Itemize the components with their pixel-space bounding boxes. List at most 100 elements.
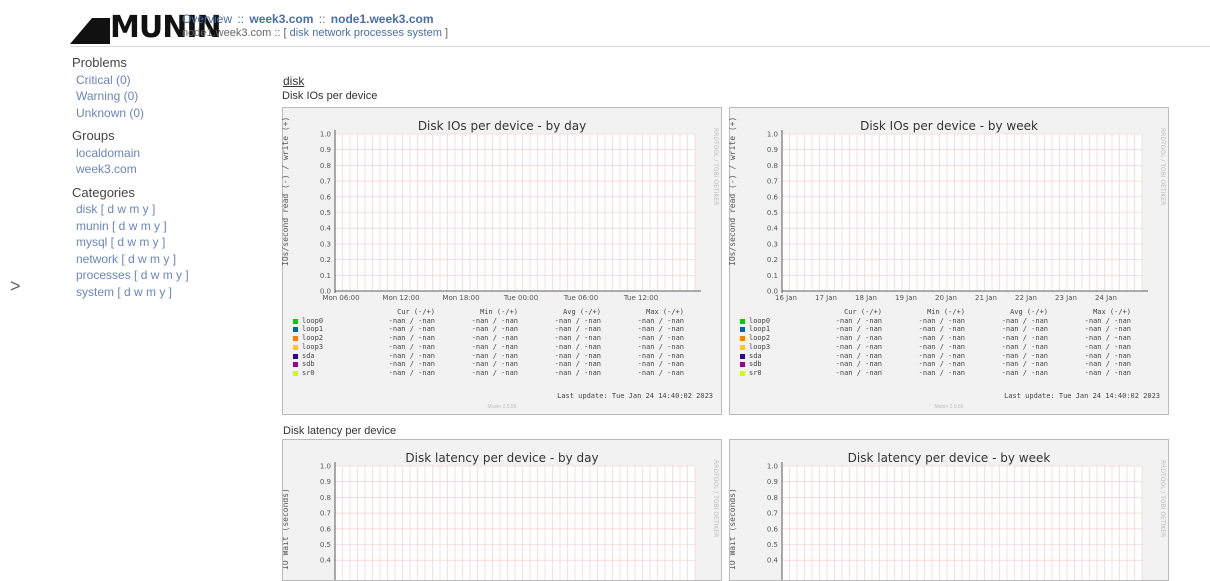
legend-row: sdb -nan / -nan -nan / -nan -nan / -nan -nan…	[293, 360, 713, 369]
graph-heading-ios: Disk IOs per device	[282, 90, 378, 102]
legend-value: -nan / -nan	[1084, 342, 1131, 351]
breadcrumb-domain-label: week3.com	[249, 12, 314, 26]
sidebar-item-network[interactable]: network [ d w m y ]	[72, 251, 252, 268]
legend-swatch	[293, 370, 298, 376]
sidebar-item-warning[interactable]: Warning (0)	[72, 88, 252, 105]
legend-value: -nan / -nan	[1001, 360, 1048, 369]
legend-value: -nan / -nan	[918, 334, 965, 343]
y-tick-label: 0.8	[767, 494, 778, 502]
expand-sidebar-icon[interactable]: >	[10, 276, 21, 297]
x-tick-label: 21 Jan	[975, 294, 997, 302]
legend-swatch	[293, 336, 298, 342]
legend-value: -nan / -nan	[835, 368, 882, 377]
breadcrumb-separator: ::	[318, 12, 326, 26]
last-update: Last update: Tue Jan 24 14:40:02 2023	[1004, 392, 1160, 400]
legend-value: -nan / -nan	[471, 325, 518, 334]
legend-value: -nan / -nan	[1001, 325, 1048, 334]
problems-section: Problems Critical (0) Warning (0) Unknow…	[72, 55, 252, 121]
sidebar-item-disk[interactable]: disk [ d w m y ]	[72, 201, 252, 218]
legend-spacer	[749, 308, 799, 317]
munin-version: Munin 2.0.56	[934, 404, 964, 410]
y-tick-label: 0.7	[767, 178, 778, 186]
legend-column-header: Min (-/+)	[927, 308, 965, 316]
legend-value: -nan / -nan	[918, 368, 965, 377]
y-tick-label: 0.5	[767, 209, 778, 217]
y-tick-label: 0.7	[320, 178, 331, 186]
legend-value: -nan / -nan	[554, 368, 601, 377]
legend-swatch	[740, 353, 745, 359]
legend-value: -nan / -nan	[471, 368, 518, 377]
legend-row: loop3 -nan / -nan -nan / -nan -nan / -nan -n…	[293, 343, 713, 352]
sidebar-item-mysql[interactable]: mysql [ d w m y ]	[72, 234, 252, 251]
legend-column-header: Cur (-/+)	[397, 308, 435, 316]
legend-series-name: loop3	[302, 342, 324, 351]
legend-value: -nan / -nan	[1001, 316, 1048, 325]
legend-value: -nan / -nan	[388, 342, 435, 351]
subnav-link-system[interactable]: system	[407, 27, 442, 39]
x-tick-label: 17 Jan	[815, 294, 837, 302]
subnav-link-processes[interactable]: processes	[354, 27, 404, 39]
breadcrumb-domain[interactable]: week3.com	[249, 12, 313, 26]
sidebar-item-week3[interactable]: week3.com	[72, 161, 252, 178]
breadcrumb: Overview :: week3.com :: node1.week3.com	[182, 12, 434, 26]
legend-swatch	[740, 370, 745, 376]
legend-series-name: loop2	[302, 334, 324, 343]
x-tick-label: 19 Jan	[895, 294, 917, 302]
legend-value: -nan / -nan	[554, 360, 601, 369]
legend-row: loop0 -nan / -nan -nan / -nan -nan / -nan -n…	[740, 317, 1160, 326]
sidebar-item-critical[interactable]: Critical (0)	[72, 72, 252, 89]
rrdtool-credit: RRDTOOL / TOBI OETIKER	[1159, 128, 1166, 206]
sidebar-item-processes[interactable]: processes [ d w m y ]	[72, 267, 252, 284]
sidebar-item-localdomain[interactable]: localdomain	[72, 145, 252, 162]
legend-value: -nan / -nan	[637, 368, 684, 377]
y-tick-label: 0.8	[767, 162, 778, 170]
y-tick-label: 0.8	[320, 494, 331, 502]
y-tick-label: 0.6	[767, 193, 779, 201]
legend-value: -nan / -nan	[471, 342, 518, 351]
legend-row: sda -nan / -nan -nan / -nan -nan / -nan -nan…	[293, 352, 713, 361]
legend-value: -nan / -nan	[835, 342, 882, 351]
subnav-link-disk[interactable]: disk	[290, 27, 310, 39]
legend-value: -nan / -nan	[637, 351, 684, 360]
legend-swatch	[293, 327, 298, 333]
breadcrumb-overview[interactable]: Overview	[182, 12, 232, 26]
legend-value: -nan / -nan	[1084, 368, 1131, 377]
rrdtool-credit: RRDTOOL / TOBI OETIKER	[1159, 460, 1166, 538]
x-tick-label: Tue 00:00	[503, 294, 538, 302]
graph-title: Disk latency per device - by day	[405, 451, 599, 465]
graph-ios-week[interactable]: 1.0 0.9 0.8 0.7 0.6 0.5 0.4 0.3 0.2 0.1 0.0 16 Jan 1…	[728, 107, 1169, 415]
legend-value: -nan / -nan	[835, 334, 882, 343]
legend-series-name: loop3	[749, 342, 771, 351]
subnav-suffix: ]	[444, 27, 449, 39]
header: MUNIN Overview :: week3.com :: node1.wee…	[70, 10, 1210, 47]
legend-header: Cur (-/+) Min (-/+) Avg (-/+) Max (-/+)	[740, 308, 1160, 317]
legend-spacer	[302, 308, 352, 317]
sidebar-item-unknown[interactable]: Unknown (0)	[72, 105, 252, 122]
legend-column-header: Avg (-/+)	[563, 308, 601, 316]
legend-value: -nan / -nan	[388, 316, 435, 325]
y-tick-label: 0.5	[767, 541, 778, 549]
sidebar-item-munin[interactable]: munin [ d w m y ]	[72, 218, 252, 235]
y-tick-label: 0.5	[320, 541, 331, 549]
munin-logo-mark	[70, 18, 110, 44]
legend-value: -nan / -nan	[835, 325, 882, 334]
legend-value: -nan / -nan	[918, 316, 965, 325]
legend-value: -nan / -nan	[554, 316, 601, 325]
legend-row: loop3 -nan / -nan -nan / -nan -nan / -nan -n…	[740, 343, 1160, 352]
y-tick-label: 0.1	[320, 272, 331, 280]
graph-latency-week[interactable]: 1.0 0.9 0.8 0.7 0.6 0.5 0.4 Disk latency per d…	[729, 439, 1169, 581]
legend-value: -nan / -nan	[471, 316, 518, 325]
category-title[interactable]: disk	[283, 74, 377, 88]
y-tick-label: 0.2	[767, 256, 778, 264]
graph-latency-day[interactable]: 1.0 0.9 0.8 0.7 0.6 0.5 0.4 Disk latency per d…	[282, 439, 722, 581]
legend-value: -nan / -nan	[554, 342, 601, 351]
graph-ios-day[interactable]: 1.0 0.9 0.8 0.7 0.6 0.5 0.4 0.3 0.2 0.1 0.0 Mon 06:…	[281, 107, 722, 415]
y-tick-label: 0.7	[767, 510, 778, 518]
legend-value: -nan / -nan	[1084, 316, 1131, 325]
legend-swatch	[293, 353, 298, 359]
subnav-link-network[interactable]: network	[312, 27, 351, 39]
x-tick-label: Mon 12:00	[382, 294, 419, 302]
sidebar-item-system[interactable]: system [ d w m y ]	[72, 284, 252, 301]
legend-value: -nan / -nan	[1001, 368, 1048, 377]
x-tick-label: 24 Jan	[1095, 294, 1117, 302]
